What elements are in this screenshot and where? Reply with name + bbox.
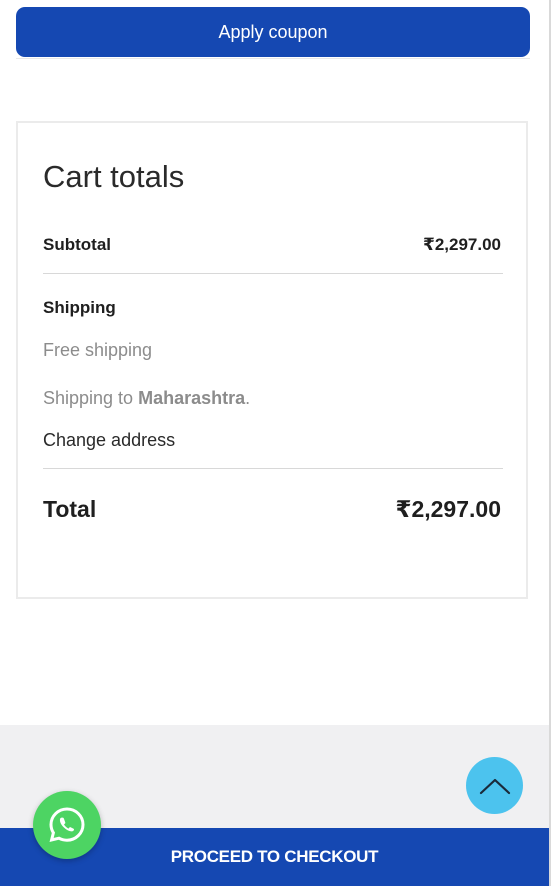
shipping-label: Shipping [43,298,116,317]
coupon-section: Apply coupon [16,0,530,59]
subtotal-value: ₹2,297.00 [422,235,501,254]
shipping-to-prefix: Shipping to [43,388,139,408]
divider [43,273,503,274]
total-value: ₹2,297.00 [395,496,501,522]
apply-coupon-button[interactable]: Apply coupon [16,7,530,57]
scroll-to-top-button[interactable] [466,757,523,814]
whatsapp-button[interactable] [33,791,101,859]
cart-totals-panel: Cart totals Subtotal ₹2,297.00 Shipping … [16,121,528,599]
checkout-label: PROCEED TO CHECKOUT [170,847,379,866]
shipping-method: Free shipping [43,340,153,360]
cart-totals-title: Cart totals [43,159,185,194]
subtotal-label: Subtotal [43,235,111,254]
total-label: Total [43,496,97,522]
change-address-link[interactable]: Change address [43,430,175,451]
divider [43,468,503,469]
cart-page: Apply coupon Cart totals Subtotal ₹2,297… [0,0,551,886]
chevron-up-icon [479,778,510,794]
shipping-region: Maharashtra [138,388,246,408]
shipping-to-suffix: . [245,388,251,408]
shipping-destination: Shipping to Maharashtra. [43,388,250,409]
whatsapp-icon [49,807,85,843]
